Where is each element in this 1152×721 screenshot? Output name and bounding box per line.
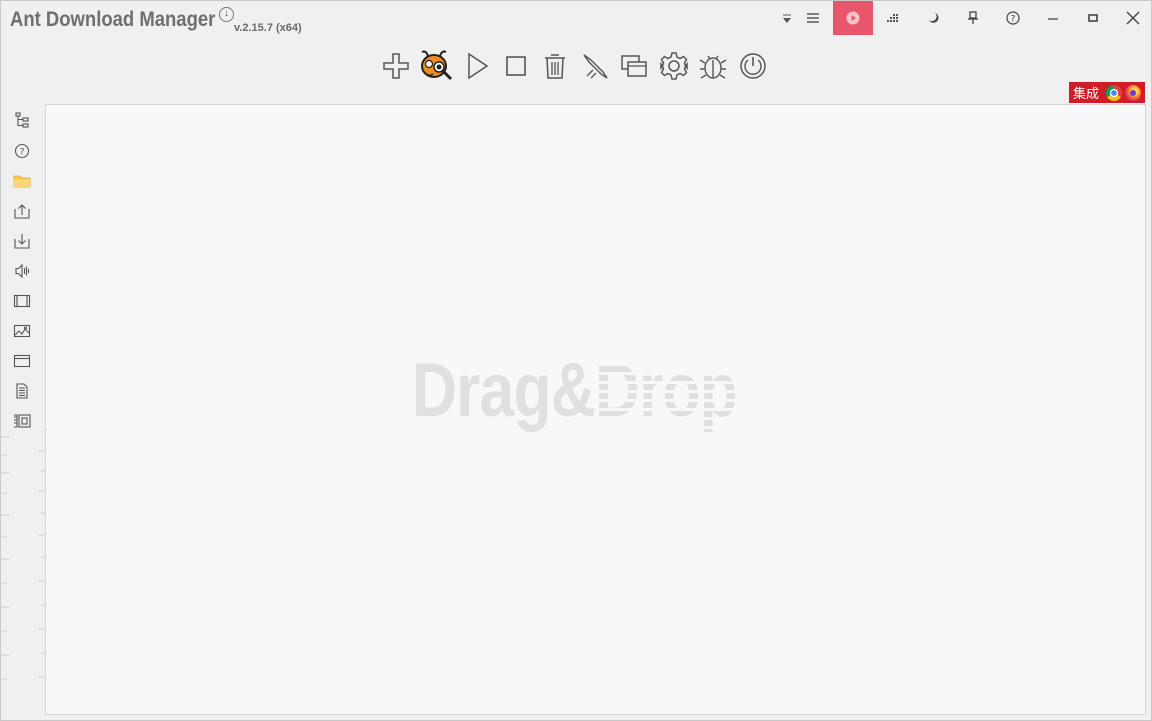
uploading-icon[interactable] <box>11 200 33 222</box>
app-version: v.2.15.7 (x64) <box>234 22 302 34</box>
archive-icon[interactable] <box>11 410 33 432</box>
unknown-icon[interactable]: ? <box>11 140 33 162</box>
start-queue-icon[interactable] <box>833 1 873 35</box>
browser-integration-button[interactable]: 集成 <box>1069 82 1145 103</box>
integration-label: 集成 <box>1073 87 1100 102</box>
night-mode-icon[interactable] <box>913 1 953 35</box>
delete-icon[interactable] <box>535 46 575 86</box>
download-list-area[interactable]: Drag&Drop <box>45 104 1146 715</box>
settings-icon[interactable] <box>654 46 694 86</box>
video-icon[interactable] <box>11 290 33 312</box>
document-icon[interactable] <box>11 380 33 402</box>
audio-icon[interactable] <box>11 260 33 282</box>
app-title: Ant Download Manager <box>10 8 216 31</box>
add-download-icon[interactable] <box>376 46 416 86</box>
windows-icon[interactable] <box>614 46 654 86</box>
drop-text: Drop <box>594 348 738 433</box>
firefox-icon[interactable] <box>1125 84 1142 101</box>
speed-limit-icon[interactable] <box>873 1 913 35</box>
app-logo-icon: ↓ <box>219 7 234 22</box>
svg-text:?: ? <box>1011 15 1016 25</box>
close-icon[interactable] <box>1113 1 1152 35</box>
debug-icon[interactable] <box>693 46 733 86</box>
shutdown-icon[interactable] <box>733 46 773 86</box>
program-icon[interactable] <box>11 350 33 372</box>
drag-drop-placeholder: Drag&Drop <box>412 353 738 429</box>
help-icon[interactable]: ? <box>993 1 1033 35</box>
stop-icon[interactable] <box>496 46 536 86</box>
chrome-icon[interactable] <box>1106 84 1123 101</box>
svg-text:?: ? <box>20 148 25 158</box>
maximize-icon[interactable] <box>1073 1 1113 35</box>
resume-icon[interactable] <box>458 46 498 86</box>
downloaded-icon[interactable] <box>11 230 33 252</box>
minimize-icon[interactable] <box>1033 1 1073 35</box>
menu-icon[interactable] <box>793 1 833 35</box>
drag-text: Drag& <box>412 348 596 433</box>
clean-icon[interactable] <box>575 46 615 86</box>
ant-mascot-icon[interactable] <box>416 46 456 86</box>
image-icon[interactable] <box>11 320 33 342</box>
pin-icon[interactable] <box>953 1 993 35</box>
all-downloads-tree-icon[interactable] <box>11 109 33 131</box>
folder-icon[interactable] <box>11 170 33 192</box>
sidebar-ruler <box>1 431 45 680</box>
